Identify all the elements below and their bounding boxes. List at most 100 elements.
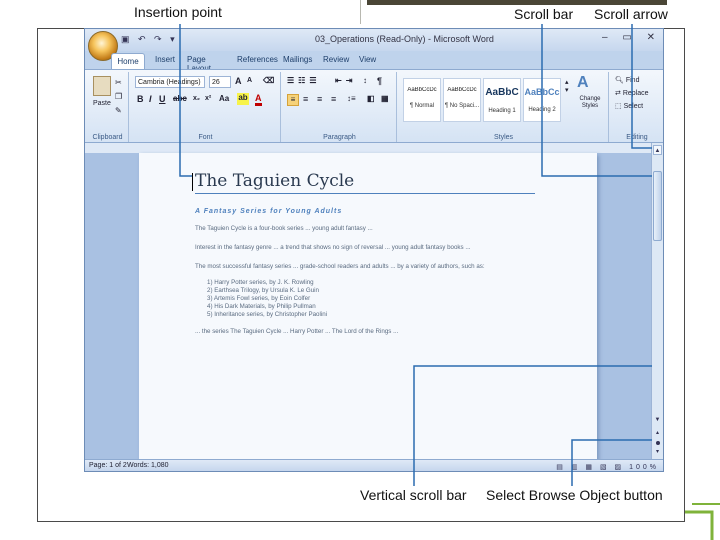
strikethrough-icon[interactable]: abc	[173, 94, 187, 103]
font-label: Font	[198, 134, 213, 141]
slide-divider	[360, 0, 361, 24]
list-item: 3) Artemis Fowl series, by Eoin Colfer	[207, 294, 311, 302]
shading-icon[interactable]: ◧	[367, 94, 375, 103]
sort-icon[interactable]: ↕	[363, 76, 367, 85]
list-buttons-icon[interactable]: ☰☷☰	[287, 76, 321, 85]
shrink-font-icon[interactable]: A	[247, 77, 252, 84]
tab-references[interactable]: References	[237, 55, 278, 64]
ruler	[85, 143, 663, 153]
vertical-scroll-bar[interactable]: ▲ ▼ ▴ ▾	[651, 143, 663, 459]
show-marks-icon[interactable]: ¶	[377, 76, 382, 86]
book-list: 1) Harry Potter series, by J. K. Rowling…	[207, 279, 555, 318]
style-no-spacing[interactable]: AaBbCcDc ¶ No Spaci...	[443, 78, 481, 122]
grow-font-icon[interactable]: A	[235, 76, 242, 86]
list-item: 2) Earthsea Trilogy, by Ursula K. Le Gui…	[207, 287, 319, 295]
list-item: 4) His Dark Materials, by Philip Pullman	[207, 302, 316, 310]
clear-formatting-icon[interactable]: ⌫	[263, 76, 274, 85]
callout-select-browse-object: Select Browse Object button	[486, 487, 663, 503]
bold-icon[interactable]: B	[137, 94, 144, 104]
paragraph-4: ... the series The Taguien Cycle ... Har…	[195, 328, 399, 336]
align-right-icon[interactable]: ≡	[317, 94, 322, 104]
style-heading-1[interactable]: AaBbC Heading 1	[483, 78, 521, 122]
cut-icon[interactable]: ✂	[115, 78, 122, 87]
font-color-icon[interactable]: A	[255, 93, 262, 106]
view-icons[interactable]: ▤ ▥ ▦ ▧ ▨	[556, 464, 629, 471]
styles-scroll-icon[interactable]: ▴ ▾	[565, 78, 569, 94]
subscript-icon[interactable]: x₂	[193, 95, 200, 102]
change-styles-button[interactable]: Change Styles	[573, 96, 607, 110]
styles-group: AaBbCcDc ¶ Normal AaBbCcDc ¶ No Spaci...…	[399, 72, 609, 142]
copy-icon[interactable]: ❐	[115, 92, 122, 101]
word-count[interactable]: Words: 1,080	[127, 462, 169, 469]
tab-view[interactable]: View	[359, 55, 376, 64]
view-buttons[interactable]: ▤ ▥ ▦ ▧ ▨ 100%	[556, 463, 659, 471]
document-page[interactable]: The Taguien Cycle A Fantasy Series for Y…	[139, 153, 597, 471]
window-title: 03_Operations (Read-Only) - Microsoft Wo…	[315, 34, 494, 44]
paste-button[interactable]: Paste	[93, 100, 111, 107]
justify-icon[interactable]: ≡	[331, 94, 336, 104]
list-item: 5) Inheritance series, by Christopher Pa…	[207, 310, 328, 318]
editing-label: Editing	[626, 134, 648, 141]
ribbon: Paste ✂ ❐ ✎ Clipboard Cambria (Headings)…	[85, 69, 663, 143]
select-button[interactable]: ⬚ Select	[615, 102, 643, 110]
underline-icon[interactable]: U	[159, 94, 166, 104]
next-object-icon[interactable]: ▾	[653, 448, 662, 456]
line-spacing-icon[interactable]: ↕≡	[347, 94, 356, 103]
scroll-box[interactable]	[653, 171, 662, 241]
document-area[interactable]: The Taguien Cycle A Fantasy Series for Y…	[85, 153, 651, 471]
tab-insert[interactable]: Insert	[155, 55, 175, 64]
slide-corner-decoration	[684, 503, 720, 540]
zoom-level[interactable]: 100%	[629, 464, 659, 471]
change-case-icon[interactable]: Aa	[219, 94, 229, 103]
paragraph-group: ☰☷☰ ⇤⇥ ↕ ¶ ≡ ≡ ≡ ≡ ↕≡ ◧ ▦ Paragraph	[283, 72, 397, 142]
highlight-icon[interactable]: ab	[237, 93, 249, 105]
callout-scroll-bar: Scroll bar	[514, 6, 574, 22]
replace-button[interactable]: ⇄ Replace	[615, 89, 649, 97]
callout-insertion-point: Insertion point	[134, 4, 222, 20]
style-heading-2[interactable]: AaBbCc Heading 2	[523, 78, 561, 122]
change-styles-icon[interactable]: A	[577, 74, 589, 92]
find-button[interactable]: 🔍︎ Find	[615, 76, 639, 84]
scroll-up-arrow[interactable]: ▲	[653, 145, 662, 155]
styles-label: Styles	[493, 134, 514, 141]
select-icon: ⬚	[615, 103, 622, 110]
list-item: 1) Harry Potter series, by J. K. Rowling	[207, 279, 314, 287]
tab-home[interactable]: Home	[111, 53, 145, 69]
window-controls[interactable]: – ▭ ✕	[602, 32, 661, 43]
title-bar: ▣ ↶ ↷ ▾ 03_Operations (Read-Only) - Micr…	[85, 29, 663, 51]
paste-icon[interactable]	[93, 76, 111, 96]
paragraph-2: Interest in the fantasy genre ... a tren…	[195, 243, 471, 251]
select-browse-object-button[interactable]	[653, 439, 662, 447]
paragraph-1: The Taguien Cycle is a four-book series …	[195, 225, 373, 232]
superscript-icon[interactable]: x²	[205, 95, 211, 102]
style-normal[interactable]: AaBbCcDc ¶ Normal	[403, 78, 441, 122]
clipboard-group: Paste ✂ ❐ ✎ Clipboard	[87, 72, 129, 142]
align-center-icon[interactable]: ≡	[303, 94, 308, 104]
replace-icon: ⇄	[615, 90, 621, 97]
slide-top-border	[367, 0, 667, 5]
indent-buttons-icon[interactable]: ⇤⇥	[335, 76, 356, 85]
clipboard-label: Clipboard	[92, 134, 123, 141]
document-heading: The Taguien Cycle	[192, 171, 535, 194]
word-window: ▣ ↶ ↷ ▾ 03_Operations (Read-Only) - Micr…	[84, 28, 664, 472]
align-left-icon[interactable]: ≡	[287, 94, 299, 106]
italic-icon[interactable]: I	[149, 94, 152, 104]
browse-object-icon	[656, 441, 660, 445]
quick-access-toolbar[interactable]: ▣ ↶ ↷ ▾	[121, 34, 178, 45]
font-name-box[interactable]: Cambria (Headings)	[135, 76, 205, 88]
slide: ▣ ↶ ↷ ▾ 03_Operations (Read-Only) - Micr…	[0, 0, 720, 540]
font-size-box[interactable]: 26	[209, 76, 231, 88]
borders-icon[interactable]: ▦	[381, 94, 389, 103]
tab-review[interactable]: Review	[323, 55, 349, 64]
paragraph-3: The most successful fantasy series ... g…	[195, 262, 485, 270]
callout-vertical-scroll-bar: Vertical scroll bar	[360, 487, 467, 503]
status-bar: Page: 1 of 2 Words: 1,080 ▤ ▥ ▦ ▧ ▨ 100%	[85, 459, 663, 471]
previous-object-icon[interactable]: ▴	[653, 429, 662, 437]
find-icon: 🔍︎	[615, 77, 624, 84]
insertion-point	[192, 173, 193, 191]
page-count[interactable]: Page: 1 of 2	[89, 462, 127, 469]
tab-mailings[interactable]: Mailings	[283, 55, 312, 64]
format-painter-icon[interactable]: ✎	[115, 106, 122, 115]
font-group: Cambria (Headings) 26 A A ⌫ B I U abc x₂…	[131, 72, 281, 142]
scroll-down-arrow[interactable]: ▼	[653, 415, 662, 425]
